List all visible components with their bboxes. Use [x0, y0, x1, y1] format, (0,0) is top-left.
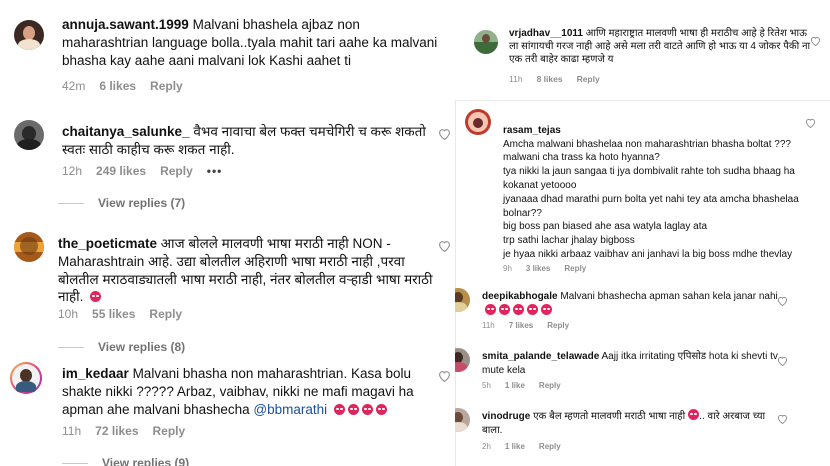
comment-time: 11h	[509, 74, 523, 84]
comment-username[interactable]: the_poeticmate	[58, 236, 157, 251]
angry-face-emoji	[90, 291, 102, 303]
avatar[interactable]	[474, 30, 498, 54]
angry-face-emoji	[485, 303, 496, 315]
heart-icon[interactable]	[810, 36, 821, 46]
comment-meta: 11h 8 likes Reply	[509, 74, 614, 84]
divider	[62, 463, 88, 465]
mention-link[interactable]: @bbmarathi	[253, 402, 327, 417]
heart-icon[interactable]	[438, 240, 451, 252]
comment-username[interactable]: chaitanya_salunke_	[62, 124, 190, 139]
like-count[interactable]: 1 like	[505, 442, 525, 451]
avatar[interactable]	[14, 20, 44, 50]
comment-username[interactable]: im_kedaar	[62, 366, 129, 381]
avatar[interactable]	[465, 109, 491, 135]
reply-button[interactable]: Reply	[539, 381, 561, 390]
heart-icon[interactable]	[777, 356, 788, 366]
comment-text: Malvani bhashecha apman sahan kela janar…	[560, 291, 778, 302]
comment-body: annuja.sawant.1999 Malvani bhashela ajba…	[62, 16, 447, 69]
right-comments-panel: rasam_tejas Amcha malwani bhashelaa non …	[455, 100, 830, 466]
angry-face-emoji	[688, 409, 700, 420]
view-replies-button[interactable]: View replies (8)	[58, 340, 185, 354]
comment-body: chaitanya_salunke_ वैभव नावाचा बेल फक्त …	[62, 123, 442, 159]
left-comments-panel: annuja.sawant.1999 Malvani bhashela ajba…	[0, 0, 455, 466]
angry-face-emoji	[347, 403, 359, 415]
comment-time: 2h	[482, 442, 491, 451]
avatar[interactable]	[14, 232, 44, 262]
reply-button[interactable]: Reply	[539, 442, 561, 451]
angry-face-emoji	[513, 303, 524, 315]
heart-icon[interactable]	[777, 296, 788, 306]
comment-meta: 11h 72 likes Reply	[62, 424, 199, 438]
reply-button[interactable]: Reply	[577, 74, 600, 84]
heart-icon[interactable]	[777, 414, 788, 424]
heart-icon[interactable]	[438, 128, 451, 140]
comment-username[interactable]: smita_palande_telawade	[482, 351, 599, 362]
comment-body: the_poeticmate आज बोलले मालवणी भाषा मराठ…	[58, 235, 438, 306]
heart-icon[interactable]	[438, 370, 451, 382]
avatar[interactable]	[455, 288, 470, 312]
comment-meta: 11h 7 likes Reply	[482, 321, 583, 330]
reply-button[interactable]: Reply	[547, 321, 569, 330]
comment-username[interactable]: vrjadhav__1011	[509, 28, 583, 39]
like-count[interactable]: 3 likes	[526, 264, 550, 273]
angry-face-emoji	[527, 303, 538, 315]
comment-meta: 9h 3 likes Reply	[503, 264, 600, 273]
comment-time: 11h	[482, 321, 495, 330]
comment-time: 12h	[62, 164, 83, 178]
comment-body: rasam_tejas Amcha malwani bhashelaa non …	[503, 110, 803, 262]
like-count[interactable]: 7 likes	[509, 321, 533, 330]
comment-meta: 12h 249 likes Reply •••	[62, 164, 236, 178]
comment-body: deepikabhogale Malvani bhashecha apman s…	[482, 290, 782, 319]
comment-username[interactable]: vinodruge	[482, 411, 530, 422]
divider	[58, 347, 84, 349]
reply-button[interactable]: Reply	[149, 307, 182, 321]
more-options-icon[interactable]: •••	[207, 164, 223, 178]
divider	[58, 203, 84, 205]
comment-text: एक बैल म्हणतो मालवणी मराठी भाषा नाही	[533, 411, 686, 422]
angry-face-emoji	[375, 403, 387, 415]
like-count[interactable]: 72 likes	[95, 424, 138, 438]
comment-meta: 10h 55 likes Reply	[58, 307, 196, 321]
avatar[interactable]	[10, 362, 42, 394]
view-replies-button[interactable]: View replies (7)	[58, 196, 185, 210]
angry-face-emoji	[333, 403, 345, 415]
like-count[interactable]: 1 like	[505, 381, 525, 390]
comment-text: Amcha malwani bhashelaa non maharashtria…	[503, 138, 799, 260]
like-count[interactable]: 55 likes	[92, 307, 135, 321]
comment-username[interactable]: deepikabhogale	[482, 291, 558, 302]
comment-time: 9h	[503, 264, 512, 273]
comment-body: im_kedaar Malvani bhasha non maharashtri…	[62, 365, 437, 418]
angry-face-emoji	[361, 403, 373, 415]
comment-time: 10h	[58, 307, 79, 321]
comment-body: smita_palande_telawade Aajj itka irritat…	[482, 350, 782, 378]
reply-button[interactable]: Reply	[564, 264, 586, 273]
avatar[interactable]	[455, 348, 470, 372]
comment-time: 5h	[482, 381, 491, 390]
avatar[interactable]	[455, 408, 470, 432]
angry-face-emoji	[499, 303, 510, 315]
reply-button[interactable]: Reply	[153, 424, 186, 438]
comment-meta: 5h 1 like Reply	[482, 381, 575, 390]
comment-time: 11h	[62, 424, 82, 438]
like-count[interactable]: 8 likes	[537, 74, 563, 84]
comment-time: 42m	[62, 79, 86, 93]
reply-snippet-panel: vrjadhav__1011 आणि महाराष्ट्रात मालवणी भ…	[462, 0, 830, 100]
comment-meta: 2h 1 like Reply	[482, 442, 575, 451]
avatar[interactable]	[14, 120, 44, 150]
comment-meta: 42m 6 likes Reply	[62, 79, 197, 93]
comment-username[interactable]: annuja.sawant.1999	[62, 17, 189, 32]
heart-icon[interactable]	[805, 118, 816, 128]
comment-body: vinodruge एक बैल म्हणतो मालवणी मराठी भाष…	[482, 409, 782, 438]
comment-username[interactable]: rasam_tejas	[503, 125, 561, 136]
angry-face-emoji	[541, 303, 552, 315]
like-count[interactable]: 6 likes	[99, 79, 136, 93]
reply-button[interactable]: Reply	[150, 79, 183, 93]
like-count[interactable]: 249 likes	[96, 164, 146, 178]
view-replies-button[interactable]: View replies (9)	[62, 456, 189, 466]
reply-button[interactable]: Reply	[160, 164, 193, 178]
comment-body: vrjadhav__1011 आणि महाराष्ट्रात मालवणी भ…	[509, 27, 814, 66]
